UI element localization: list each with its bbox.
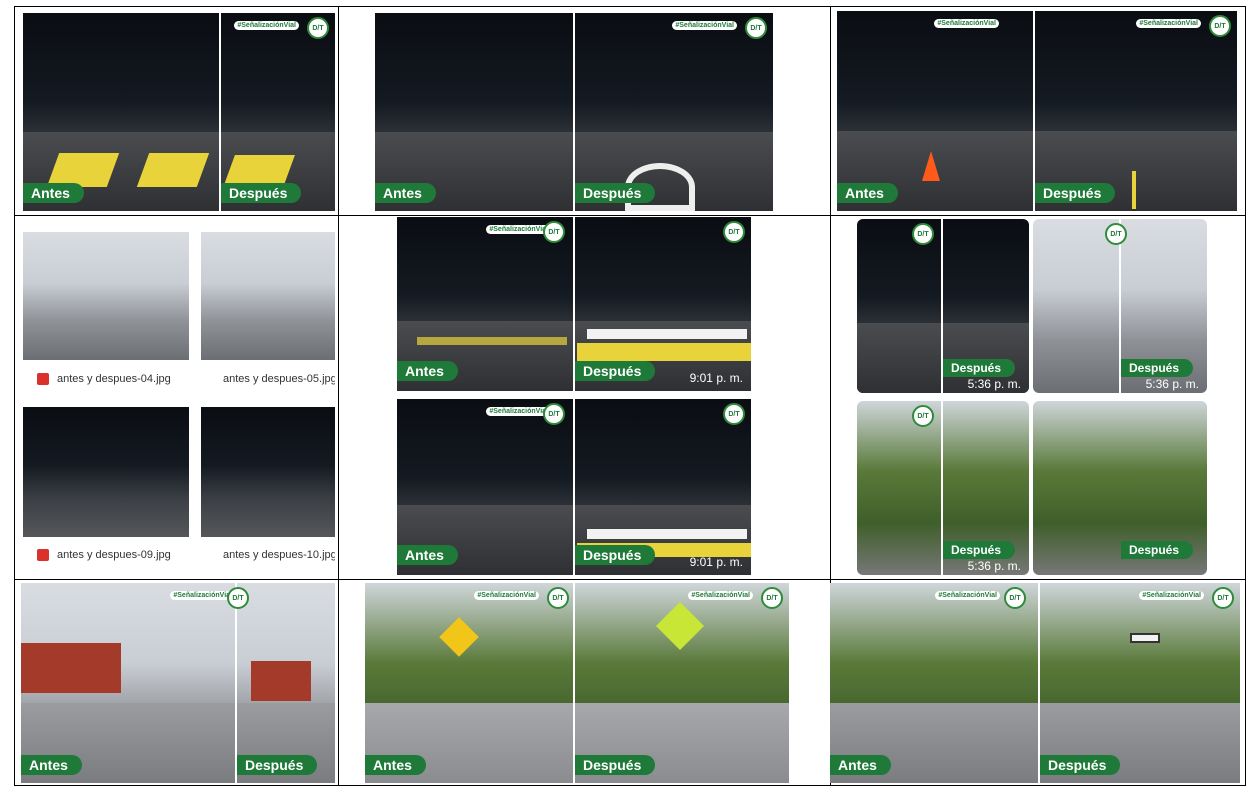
file-thumbnail[interactable] bbox=[201, 407, 335, 537]
file-name: antes y despues-05.jpg bbox=[223, 373, 335, 385]
row-divider bbox=[15, 215, 1245, 216]
logo-icon: D/T bbox=[761, 587, 783, 609]
after-label: Después bbox=[1121, 359, 1194, 377]
logo-icon: D/T bbox=[1004, 587, 1026, 609]
file-thumbnail[interactable] bbox=[201, 232, 335, 360]
column-divider bbox=[338, 7, 339, 785]
after-label: Después bbox=[1035, 183, 1116, 203]
comparison-grid: Antes Después #SeñalizaciónVial D/T Ante… bbox=[14, 6, 1246, 786]
before-after-photo: Antes Después 9:01 p. m. #SeñalizaciónVi… bbox=[397, 217, 751, 391]
logo-icon: D/T bbox=[1212, 587, 1234, 609]
file-name: antes y despues-04.jpg bbox=[57, 373, 171, 385]
before-label: Antes bbox=[23, 183, 84, 203]
timestamp: 5:36 p. m. bbox=[967, 559, 1021, 573]
image-file-icon bbox=[37, 549, 49, 561]
logo-icon: D/T bbox=[912, 405, 934, 427]
after-label: Después bbox=[943, 359, 1016, 377]
before-label: Antes bbox=[375, 183, 436, 203]
logo-icon: D/T bbox=[912, 223, 934, 245]
hashtag-badge: #SeñalizaciónVial bbox=[234, 21, 299, 30]
hashtag-badge: #SeñalizaciónVial bbox=[486, 407, 551, 416]
logo-icon: D/T bbox=[543, 403, 565, 425]
after-label: Después bbox=[575, 755, 656, 775]
hashtag-badge: #SeñalizaciónVial bbox=[688, 591, 753, 600]
file-thumbnail[interactable] bbox=[23, 407, 189, 537]
file-item[interactable]: antes y despues-04.jpg bbox=[37, 367, 187, 391]
after-label: Después bbox=[575, 545, 656, 565]
logo-icon: D/T bbox=[723, 221, 745, 243]
before-label: Antes bbox=[397, 361, 458, 381]
file-name: antes y despues-09.jpg bbox=[57, 549, 171, 561]
file-item[interactable]: antes y despues-09.jpg bbox=[37, 543, 187, 567]
logo-icon: D/T bbox=[745, 17, 767, 39]
before-after-photo: Después 5:36 p. m. D/T bbox=[857, 219, 1029, 393]
before-label: Antes bbox=[837, 183, 898, 203]
after-label: Después bbox=[237, 755, 318, 775]
hashtag-badge: #SeñalizaciónVial bbox=[1139, 591, 1204, 600]
timestamp: 9:01 p. m. bbox=[689, 371, 743, 385]
hashtag-badge: #SeñalizaciónVial bbox=[486, 225, 551, 234]
before-after-photo: Antes Después #SeñalizaciónVial D/T bbox=[23, 13, 335, 211]
timestamp: 9:01 p. m. bbox=[689, 555, 743, 569]
timestamp: 5:36 p. m. bbox=[1145, 377, 1199, 391]
after-label: Después bbox=[1121, 541, 1194, 559]
before-after-photo: Antes Después #SeñalizaciónVial D/T bbox=[21, 583, 335, 783]
file-thumbnail[interactable] bbox=[23, 232, 189, 360]
image-file-icon bbox=[37, 373, 49, 385]
before-after-photo: Antes Después #SeñalizaciónVial D/T #Señ… bbox=[830, 583, 1240, 783]
hashtag-badge: #SeñalizaciónVial bbox=[170, 591, 235, 600]
before-label: Antes bbox=[365, 755, 426, 775]
after-label: Después bbox=[575, 183, 656, 203]
logo-icon: D/T bbox=[543, 221, 565, 243]
after-label: Después bbox=[943, 541, 1016, 559]
logo-icon: D/T bbox=[227, 587, 249, 609]
before-after-photo: Antes Después #SeñalizaciónVial D/T bbox=[375, 13, 773, 211]
hashtag-badge: #SeñalizaciónVial bbox=[1136, 19, 1201, 28]
logo-icon: D/T bbox=[1105, 223, 1127, 245]
after-label: Después bbox=[221, 183, 302, 203]
logo-icon: D/T bbox=[723, 403, 745, 425]
logo-icon: D/T bbox=[547, 587, 569, 609]
before-after-photo: Después 5:36 p. m. D/T bbox=[1033, 219, 1207, 393]
after-label: Después bbox=[575, 361, 656, 381]
before-after-photo: Después bbox=[1033, 401, 1207, 575]
logo-icon: D/T bbox=[1209, 15, 1231, 37]
hashtag-badge: #SeñalizaciónVial bbox=[672, 21, 737, 30]
hashtag-badge: #SeñalizaciónVial bbox=[474, 591, 539, 600]
before-label: Antes bbox=[397, 545, 458, 565]
before-after-photo: Antes Después #SeñalizaciónVial D/T #Señ… bbox=[365, 583, 789, 783]
timestamp: 5:36 p. m. bbox=[967, 377, 1021, 391]
file-name: antes y despues-10.jpg bbox=[223, 549, 335, 561]
file-item[interactable]: antes y despues-05.jpg bbox=[215, 367, 335, 391]
before-after-photo: Después 5:36 p. m. D/T bbox=[857, 401, 1029, 575]
file-item[interactable]: antes y despues-10.jpg bbox=[215, 543, 335, 567]
after-label: Después bbox=[1040, 755, 1121, 775]
hashtag-badge: #SeñalizaciónVial bbox=[935, 591, 1000, 600]
before-label: Antes bbox=[21, 755, 82, 775]
before-after-photo: Antes Después #SeñalizaciónVial #Señaliz… bbox=[837, 11, 1237, 211]
hashtag-badge: #SeñalizaciónVial bbox=[934, 19, 999, 28]
before-label: Antes bbox=[830, 755, 891, 775]
before-after-photo: Antes Después 9:01 p. m. #SeñalizaciónVi… bbox=[397, 399, 751, 575]
logo-icon: D/T bbox=[307, 17, 329, 39]
row-divider bbox=[15, 579, 1245, 580]
